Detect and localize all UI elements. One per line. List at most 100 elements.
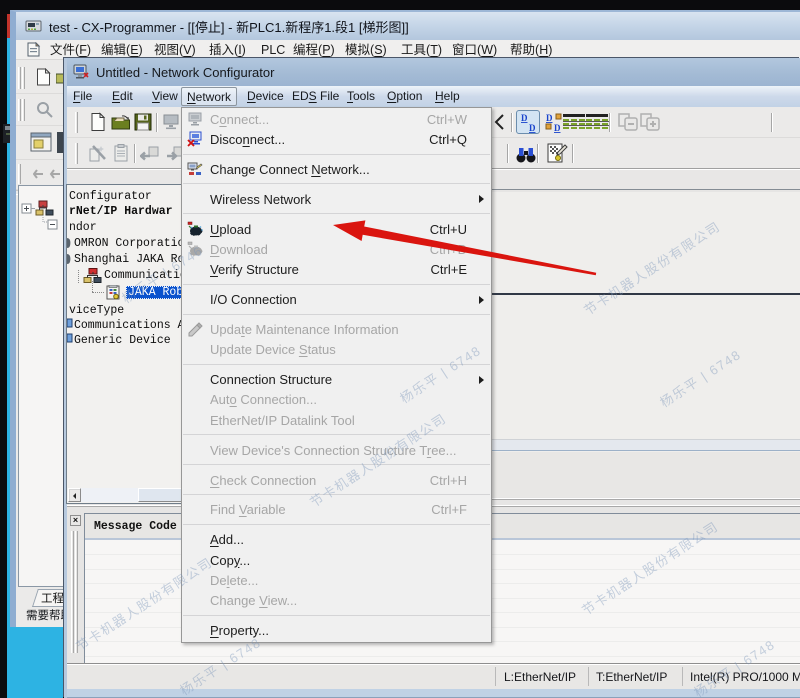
new-file-icon[interactable] (88, 112, 108, 132)
menu-item-update-device-status[interactable]: Update Device Status (182, 340, 491, 360)
nc-menu-device[interactable]: Device (242, 87, 289, 106)
cx-titlebar[interactable]: test - CX-Programmer - [[停止] - 新PLC1.新程序… (16, 12, 800, 40)
svg-text:D: D (554, 123, 561, 133)
toolbar-grip[interactable] (75, 143, 78, 164)
cx-menu-5[interactable]: PLC (261, 40, 285, 60)
toolbar-grip[interactable] (18, 99, 21, 121)
cx-programmer-app-icon (25, 18, 42, 34)
toolbar-separator (537, 144, 539, 163)
toolbar-grip (22, 99, 25, 121)
message-panel-grip[interactable] (71, 531, 74, 653)
nc-menu-view[interactable]: View (147, 87, 183, 106)
menu-item-view-device-s-connection-structure-tree[interactable]: View Device's Connection Structure Tree.… (182, 440, 491, 460)
clipboard-icon[interactable] (111, 143, 131, 163)
menu-item-upload[interactable]: UploadCtrl+U (182, 219, 491, 239)
nc-menu-file[interactable]: File (68, 87, 97, 106)
cx-menu-9[interactable]: 窗口(W) (452, 40, 497, 60)
statusbar-separator (588, 667, 589, 686)
network-add-icon[interactable] (638, 111, 660, 131)
view-large-icons-button[interactable]: D D (516, 110, 540, 134)
device-icon (105, 285, 121, 305)
menu-item-update-maintenance-information[interactable]: Update Maintenance Information (182, 319, 491, 339)
nc-menu-eds-file[interactable]: EDS File (287, 87, 344, 106)
nc-menu-option[interactable]: Option (382, 87, 427, 106)
menu-item-download[interactable]: DownloadCtrl+D (182, 239, 491, 259)
menu-item-change-view[interactable]: Change View... (182, 591, 491, 611)
nc-menu-edit[interactable]: Edit (107, 87, 138, 106)
view-table-button[interactable] (562, 111, 584, 133)
cx-project-tree-panel[interactable] (18, 185, 69, 587)
scroll-left-button[interactable] (68, 488, 81, 502)
save-icon[interactable] (133, 112, 153, 132)
nc-menu-network[interactable]: Network (181, 87, 237, 106)
menu-item-ethernet-ip-datalink-tool[interactable]: EtherNet/IP Datalink Tool (182, 410, 491, 430)
menu-item-i-o-connection[interactable]: I/O Connection (182, 289, 491, 309)
nc-menu-tools[interactable]: Tools (342, 87, 380, 106)
cx-project-tab-label: 工程 (41, 590, 64, 606)
cx-segment-icons[interactable] (33, 167, 63, 181)
nc-app-icon (72, 63, 90, 81)
nc-titlebar[interactable]: Untitled - Network Configurator (67, 58, 800, 86)
eds-edit-icon[interactable] (545, 141, 569, 167)
menu-item-connect[interactable]: Connect...Ctrl+W (182, 109, 491, 129)
cx-toolbar-row (16, 126, 69, 160)
list-grid-line (85, 656, 800, 657)
menu-item-check-connection[interactable]: Check ConnectionCtrl+H (182, 470, 491, 490)
view-table2-button[interactable] (585, 111, 607, 133)
status-network-adapter: Intel(R) PRO/1000 M (690, 664, 800, 689)
nc-statusbar: L:EtherNet/IP T:EtherNet/IP Intel(R) PRO… (67, 663, 800, 689)
open-file-icon[interactable] (111, 112, 131, 132)
connect-toolbar-icon[interactable] (161, 112, 181, 132)
cx-menu-10[interactable]: 帮助(H) (510, 40, 552, 60)
nc-menu-help[interactable]: Help (430, 87, 465, 106)
menu-separator (182, 611, 491, 621)
cx-menu-3[interactable]: 视图(V) (154, 40, 196, 60)
toolbar-grip[interactable] (18, 67, 21, 89)
cx-menu-7[interactable]: 模拟(S) (345, 40, 387, 60)
message-code-column-header: Message Code (94, 520, 177, 533)
menu-item-delete[interactable]: Delete... (182, 570, 491, 590)
cx-window-tool-icon[interactable] (30, 131, 54, 155)
message-panel-close-button[interactable]: × (70, 515, 81, 526)
menu-item-connection-structure[interactable]: Connection Structure (182, 370, 491, 390)
menu-item-property[interactable]: Property... (182, 620, 491, 640)
menu-separator (182, 179, 491, 189)
cx-menu-6[interactable]: 编程(P) (293, 40, 335, 60)
menu-item-change-connect-network[interactable]: Change Connect Network... (182, 159, 491, 179)
menu-separator (182, 490, 491, 500)
submenu-arrow-icon (479, 376, 484, 384)
hardware-wizard-icon[interactable] (88, 143, 108, 163)
cx-menu-1[interactable]: 文件(F) (50, 40, 91, 60)
menu-item-find-variable[interactable]: Find VariableCtrl+F (182, 500, 491, 520)
toolbar-separator (507, 144, 509, 163)
menu-item-disconnect[interactable]: Disconnect...Ctrl+Q (182, 129, 491, 149)
menu-item-auto-connection[interactable]: Auto Connection... (182, 390, 491, 410)
toolbar-grip[interactable] (18, 164, 21, 184)
cx-menu-2[interactable]: 编辑(E) (101, 40, 143, 60)
cx-project-tab[interactable]: 工程 (24, 587, 69, 609)
svg-text:D: D (546, 113, 553, 123)
menu-separator (182, 209, 491, 219)
menu-item-verify-structure[interactable]: Verify StructureCtrl+E (182, 260, 491, 280)
find-binoculars-icon[interactable] (515, 142, 537, 166)
menu-item-add[interactable]: Add... (182, 530, 491, 550)
svg-text:D: D (521, 113, 528, 123)
import-icon[interactable] (140, 143, 160, 163)
network-remove-icon[interactable] (616, 111, 638, 131)
toolbar-grip (22, 67, 25, 89)
chevron-left-icon[interactable] (494, 113, 504, 131)
menu-item-wireless-network[interactable]: Wireless Network (182, 189, 491, 209)
nc-window-bottom-border (67, 689, 800, 698)
menu-item-copy[interactable]: Copy... (182, 550, 491, 570)
cx-toolbar-row (16, 94, 69, 126)
cx-new-file-icon[interactable] (36, 68, 51, 86)
cx-project-tree-icons (21, 200, 65, 236)
cx-menu-8[interactable]: 工具(T) (401, 40, 442, 60)
cx-toolbar-row (16, 62, 69, 94)
cx-open-file-icon[interactable] (56, 70, 64, 84)
cx-menu-4[interactable]: 插入(I) (209, 40, 246, 60)
cx-zoom-icon[interactable] (36, 101, 54, 119)
statusbar-separator (682, 667, 683, 686)
toolbar-grip[interactable] (75, 112, 78, 133)
download-icon (187, 241, 203, 257)
